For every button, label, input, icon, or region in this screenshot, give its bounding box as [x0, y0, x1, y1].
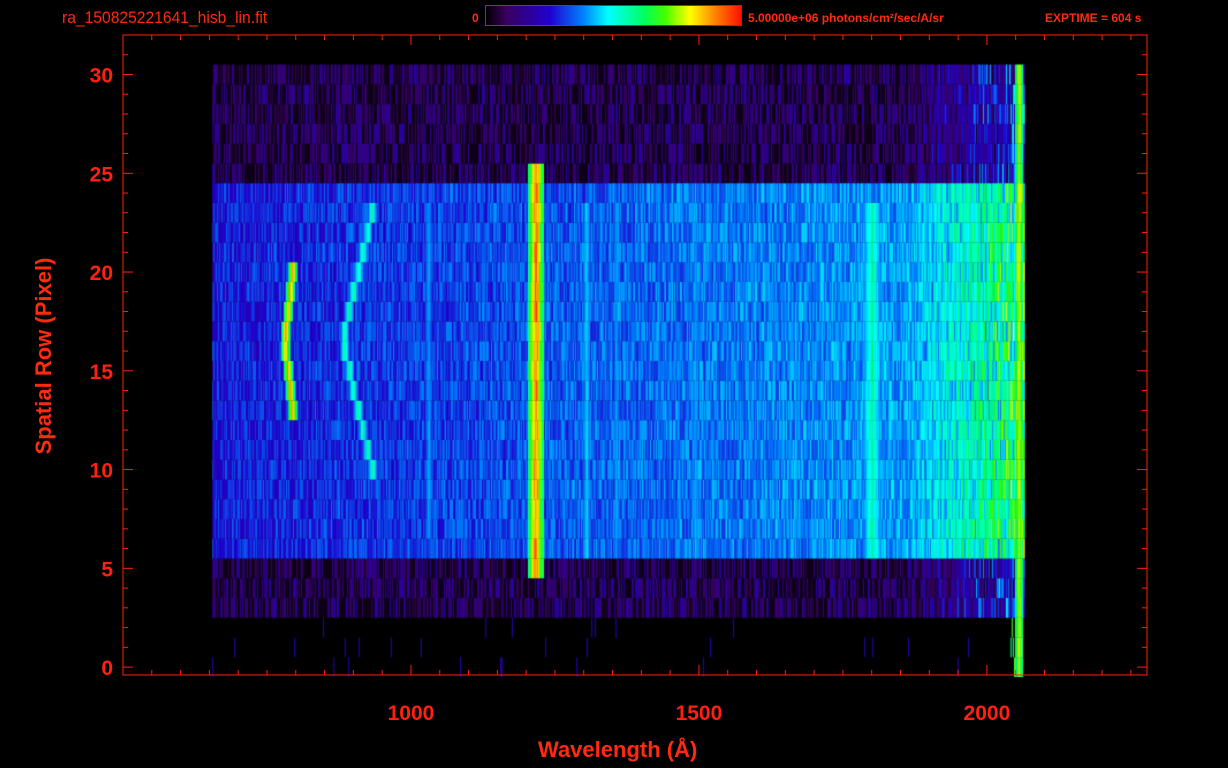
y-tick-label: 5 [101, 558, 113, 581]
y-tick-label: 25 [90, 163, 114, 186]
y-tick-label: 0 [101, 657, 113, 680]
y-tick-label: 10 [90, 460, 113, 483]
file-title: ra_150825221641_hisb_lin.fit [62, 8, 268, 27]
exptime-label: EXPTIME = 604 s [1045, 11, 1142, 25]
y-axis-label: Spatial Row (Pixel) [31, 257, 56, 455]
colorbar-min-label: 0 [472, 11, 479, 25]
y-tick-label: 15 [90, 361, 114, 384]
x-tick-label: 1500 [676, 702, 723, 725]
plot-frame [122, 34, 1148, 676]
y-tick-label: 30 [90, 65, 113, 88]
colorbar [485, 5, 742, 26]
colorbar-max-label: 5.00000e+06 photons/cm²/sec/A/sr [748, 11, 944, 25]
x-tick-label: 2000 [964, 702, 1011, 725]
y-tick-label: 20 [90, 262, 113, 285]
x-tick-label: 1000 [388, 702, 435, 725]
x-axis-label: Wavelength (Å) [538, 737, 698, 762]
plot-axes: 1000 1500 2000 0 5 10 15 20 25 30 [90, 34, 1148, 725]
